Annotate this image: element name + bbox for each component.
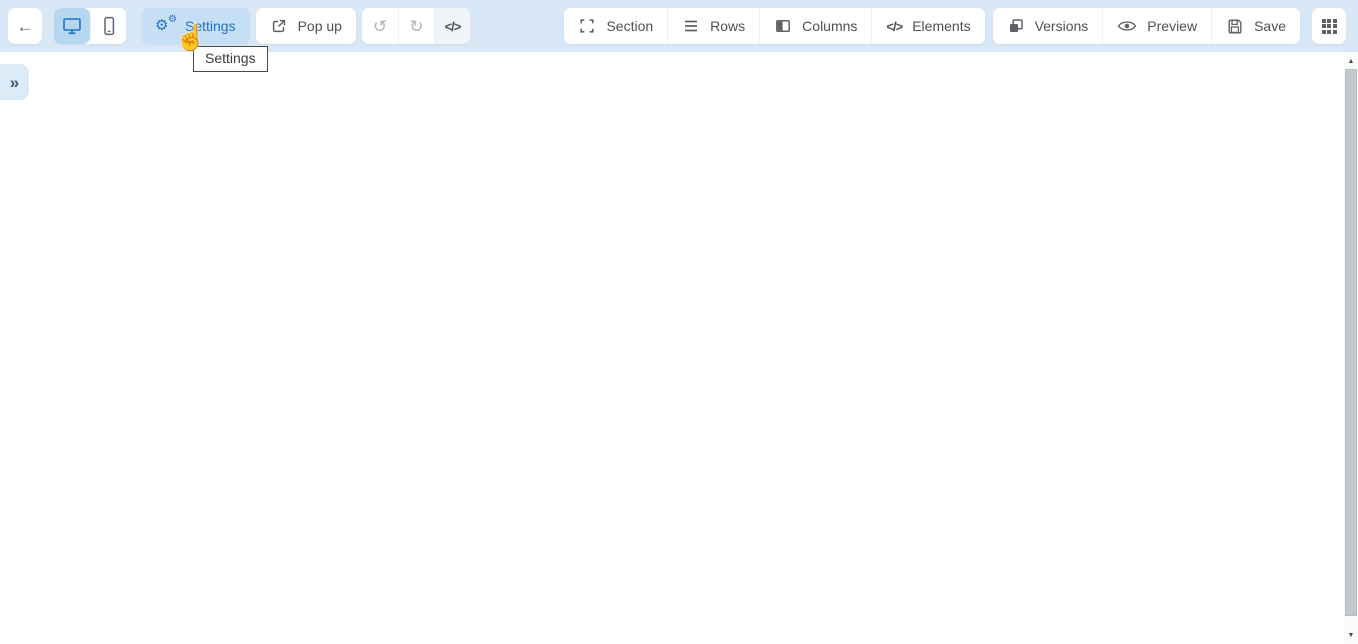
code-view-button[interactable]: </>: [433, 8, 470, 44]
rows-button-label: Rows: [710, 18, 746, 34]
builder-group: Section Rows Columns </> Elements: [564, 8, 985, 44]
history-group: ↺ ↻ </>: [361, 8, 470, 44]
popup-button[interactable]: Pop up: [255, 8, 356, 44]
redo-button[interactable]: ↻: [397, 8, 434, 44]
top-toolbar: ← ⚙ ⚙ Settings Pop up ↺ ↻ </> Section Ro…: [0, 0, 1358, 52]
section-button[interactable]: Section: [564, 8, 668, 44]
builder-canvas: [0, 52, 1344, 644]
external-link-icon: [272, 19, 285, 33]
arrow-left-icon: ←: [16, 16, 34, 36]
gear-icon-large: ⚙: [155, 17, 169, 34]
scrollbar-thumb[interactable]: [1345, 69, 1357, 616]
chevrons-right-icon: »: [9, 72, 20, 92]
device-toggle: [54, 8, 126, 44]
settings-button-label: Settings: [185, 18, 236, 34]
redo-icon: ↻: [409, 16, 424, 36]
mobile-view-button[interactable]: [90, 8, 126, 44]
vertical-scrollbar[interactable]: ▲ ▼: [1344, 54, 1358, 644]
code-icon: </>: [444, 18, 462, 34]
smartphone-icon: [103, 16, 114, 36]
monitor-icon: [63, 18, 81, 35]
section-button-label: Section: [606, 18, 654, 34]
desktop-view-button[interactable]: [54, 8, 90, 44]
gear-icon-small: ⚙: [168, 14, 177, 25]
undo-button[interactable]: ↺: [361, 8, 398, 44]
elements-button-label: Elements: [912, 18, 971, 34]
preview-button-label: Preview: [1147, 18, 1198, 34]
save-button[interactable]: Save: [1211, 8, 1300, 44]
apps-grid-button[interactable]: [1312, 8, 1346, 44]
columns-button[interactable]: Columns: [759, 8, 872, 44]
scroll-down-arrow[interactable]: ▼: [1344, 628, 1358, 642]
versions-icon: [1009, 19, 1023, 32]
popup-button-label: Pop up: [297, 18, 342, 34]
rows-icon: [685, 20, 698, 32]
save-floppy-icon: [1228, 19, 1242, 34]
preview-button[interactable]: Preview: [1102, 8, 1212, 44]
back-button[interactable]: ←: [8, 8, 42, 44]
versions-button[interactable]: Versions: [992, 8, 1103, 44]
expand-sidebar-button[interactable]: »: [0, 64, 29, 100]
settings-button[interactable]: ⚙ ⚙ Settings: [142, 8, 250, 44]
expand-corners-icon: [580, 19, 595, 33]
undo-icon: ↺: [372, 16, 388, 36]
columns-icon: [776, 20, 791, 32]
rows-button[interactable]: Rows: [667, 8, 760, 44]
apps-grid-icon: [1321, 18, 1337, 34]
settings-tooltip: Settings: [193, 46, 268, 72]
elements-button[interactable]: </> Elements: [871, 8, 985, 44]
scroll-up-arrow[interactable]: ▲: [1344, 54, 1358, 68]
actions-group: Versions Preview Save: [992, 8, 1300, 44]
gears-icon: ⚙ ⚙: [155, 14, 177, 35]
code-brackets-icon: </>: [886, 18, 903, 34]
eye-icon: [1117, 21, 1137, 31]
columns-button-label: Columns: [802, 18, 858, 34]
versions-button-label: Versions: [1034, 18, 1089, 34]
save-button-label: Save: [1254, 18, 1286, 34]
